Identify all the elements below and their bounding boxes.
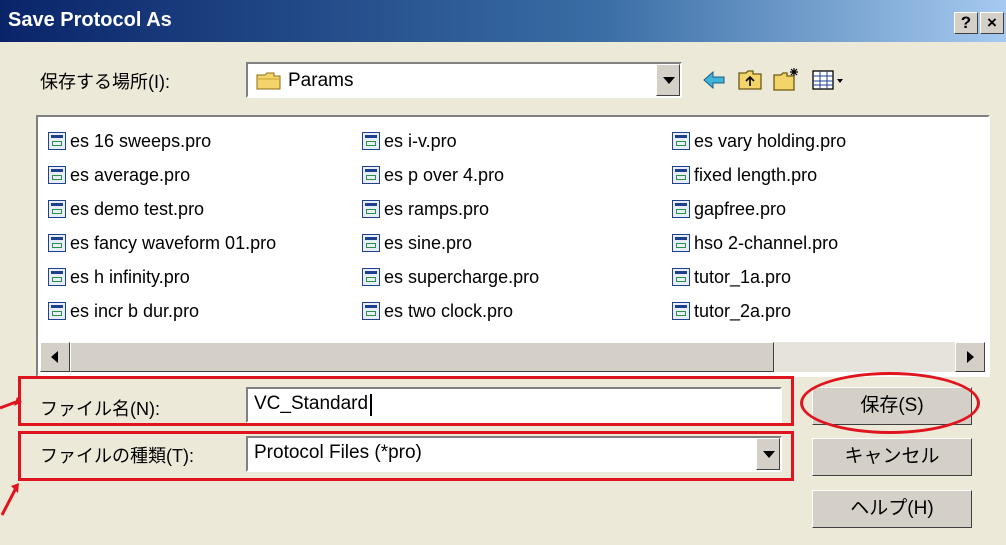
list-item[interactable]: hso 2-channel.pro [672, 229, 838, 257]
protocol-file-icon [672, 268, 690, 286]
protocol-file-icon [48, 234, 66, 252]
location-label: 保存する場所(I): [40, 72, 170, 92]
save-button-highlight-oval [800, 372, 980, 434]
folder-icon [256, 72, 281, 90]
help-button[interactable]: ヘルプ(H) [812, 490, 972, 528]
protocol-file-icon [362, 166, 380, 184]
annotation-arrows [0, 397, 22, 516]
list-item[interactable]: es i-v.pro [362, 127, 457, 155]
list-item[interactable]: es ramps.pro [362, 195, 489, 223]
scroll-right-button[interactable] [955, 342, 985, 372]
protocol-file-icon [48, 268, 66, 286]
protocol-file-icon [362, 234, 380, 252]
file-list-scrollbar[interactable] [40, 342, 985, 372]
list-item[interactable]: fixed length.pro [672, 161, 817, 189]
list-item[interactable]: tutor_2a.pro [672, 297, 791, 325]
list-item[interactable]: es incr b dur.pro [48, 297, 199, 325]
filetype-highlight-box [18, 431, 794, 481]
caret-right-icon [967, 351, 974, 363]
save-protocol-dialog: Save Protocol As ? × 保存する場所(I): Params e… [0, 0, 1006, 545]
protocol-file-icon [48, 200, 66, 218]
protocol-file-icon [672, 302, 690, 320]
back-arrow-icon[interactable] [700, 66, 728, 94]
caret-left-icon [51, 351, 58, 363]
protocol-file-icon [362, 132, 380, 150]
protocol-file-icon [672, 234, 690, 252]
new-folder-icon[interactable] [772, 66, 800, 94]
window-title: Save Protocol As [8, 9, 172, 31]
list-item[interactable]: es supercharge.pro [362, 263, 539, 291]
protocol-file-icon [48, 166, 66, 184]
protocol-file-icon [48, 132, 66, 150]
up-folder-icon[interactable] [736, 66, 764, 94]
protocol-file-icon [362, 302, 380, 320]
list-item[interactable]: gapfree.pro [672, 195, 786, 223]
protocol-file-icon [48, 302, 66, 320]
list-item[interactable]: es p over 4.pro [362, 161, 504, 189]
list-item[interactable]: es 16 sweeps.pro [48, 127, 211, 155]
scroll-left-button[interactable] [40, 342, 70, 372]
protocol-file-icon [672, 166, 690, 184]
list-item[interactable]: es average.pro [48, 161, 190, 189]
view-menu-icon[interactable] [810, 66, 850, 94]
filename-highlight-box [18, 376, 794, 426]
location-combo[interactable]: Params [246, 62, 682, 98]
protocol-file-icon [672, 132, 690, 150]
location-dropdown-arrow[interactable] [656, 64, 680, 96]
file-list-items: es 16 sweeps.pro es average.pro es demo … [38, 117, 988, 375]
help-title-button[interactable]: ? [954, 12, 978, 34]
title-bar[interactable]: Save Protocol As ? × [0, 0, 1006, 42]
list-item[interactable]: es sine.pro [362, 229, 472, 257]
close-title-button[interactable]: × [980, 12, 1004, 34]
protocol-file-icon [362, 268, 380, 286]
cancel-button[interactable]: キャンセル [812, 438, 972, 476]
scroll-thumb[interactable] [70, 342, 774, 372]
list-item[interactable]: tutor_1a.pro [672, 263, 791, 291]
list-item[interactable]: es fancy waveform 01.pro [48, 229, 276, 257]
location-value: Params [288, 70, 354, 91]
protocol-file-icon [362, 200, 380, 218]
list-item[interactable]: es demo test.pro [48, 195, 204, 223]
protocol-file-icon [672, 200, 690, 218]
list-item[interactable]: es h infinity.pro [48, 263, 190, 291]
list-item[interactable]: es two clock.pro [362, 297, 513, 325]
list-item[interactable]: es vary holding.pro [672, 127, 846, 155]
